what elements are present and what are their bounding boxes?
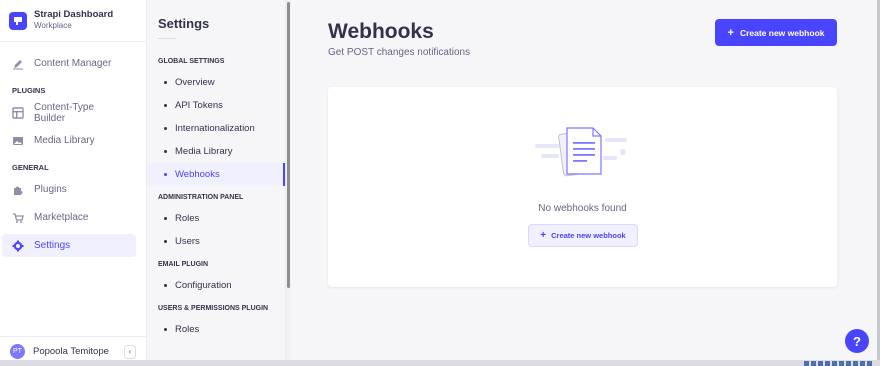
nav-label: Settings: [34, 240, 71, 251]
nav-label: Content-Type Builder: [34, 101, 95, 124]
bullet-icon: [164, 81, 167, 84]
brand-title: Strapi Dashboard: [34, 9, 114, 21]
nav-item-marketplace[interactable]: Marketplace: [2, 206, 136, 229]
help-button[interactable]: ?: [845, 329, 869, 353]
nav-label: Marketplace: [34, 212, 89, 223]
subnav-label: API Tokens: [175, 100, 223, 111]
layout-icon: [12, 106, 24, 119]
main-navigation: Strapi Dashboard Workplace Content Manag…: [0, 0, 147, 366]
subnav-group-administration-panel: ADMINISTRATION PANEL: [158, 194, 244, 201]
nav-item-settings[interactable]: Settings: [2, 234, 136, 257]
nav-label: Media Library: [34, 135, 95, 146]
nav-label: Plugins: [34, 184, 67, 195]
subnav-label: Media Library: [175, 146, 233, 157]
subnav-item-users[interactable]: Users: [147, 230, 285, 253]
create-webhook-empty-label: Create new webhook: [551, 231, 626, 240]
page-title: Webhooks: [328, 20, 434, 43]
webhooks-empty-card: No webhooks found + Create new webhook: [328, 87, 837, 287]
tray-icon[interactable]: [853, 361, 858, 366]
subnav-divider: [158, 38, 176, 39]
tray-icon[interactable]: [811, 361, 816, 366]
page-subtitle: Get POST changes notifications: [328, 47, 471, 58]
tray-icon[interactable]: [818, 361, 823, 366]
bullet-icon: [164, 104, 167, 107]
pencil-icon: [12, 58, 24, 70]
scrollbar-thumb[interactable]: [287, 2, 290, 288]
avatar: PT: [10, 344, 25, 359]
puzzle-icon: [12, 184, 24, 196]
create-webhook-label: Create new webhook: [739, 27, 825, 38]
main-content: Webhooks Get POST changes notifications …: [291, 0, 880, 366]
user-name: Popoola Temitope: [33, 346, 109, 357]
subnav-item-up-roles[interactable]: Roles: [147, 318, 285, 341]
create-webhook-button[interactable]: + Create new webhook: [715, 19, 837, 46]
plus-icon: +: [540, 230, 547, 241]
brand-subtitle: Workplace: [34, 21, 72, 31]
subnav-label: Internationalization: [175, 123, 255, 134]
bullet-icon: [164, 217, 167, 220]
tray-icon[interactable]: [832, 361, 837, 366]
empty-documents-icon: [533, 122, 633, 182]
subnav-item-api-tokens[interactable]: API Tokens: [147, 94, 285, 117]
subnav-label: Users: [175, 236, 200, 247]
subnav-group-email-plugin: EMAIL PLUGIN: [158, 261, 209, 268]
subnav-label: Roles: [175, 213, 200, 224]
gear-icon: [12, 240, 24, 252]
bullet-icon: [164, 127, 167, 130]
nav-item-plugins[interactable]: Plugins: [2, 178, 136, 201]
tray-icon[interactable]: [839, 361, 844, 366]
subnav-item-roles[interactable]: Roles: [147, 207, 285, 230]
brand-header[interactable]: Strapi Dashboard Workplace: [0, 0, 146, 42]
bullet-icon: [164, 284, 167, 287]
tray-icon[interactable]: [867, 361, 872, 366]
strapi-logo-icon: [9, 11, 27, 30]
bullet-icon: [164, 150, 167, 153]
tray-icon[interactable]: [846, 361, 851, 366]
tray-icon[interactable]: [860, 361, 865, 366]
system-tray: [804, 361, 872, 366]
subnav-label: Overview: [175, 77, 215, 88]
subnav-label: Webhooks: [175, 169, 220, 180]
image-icon: [12, 135, 24, 147]
subnav-item-media-library[interactable]: Media Library: [147, 140, 285, 163]
subnav-item-internationalization[interactable]: Internationalization: [147, 117, 285, 140]
settings-subnav: Settings GLOBAL SETTINGS Overview API To…: [147, 0, 286, 366]
subnav-group-users-permissions: USERS & PERMISSIONS PLUGIN: [158, 305, 269, 312]
subnav-item-configuration[interactable]: Configuration: [147, 274, 285, 297]
nav-group-general: GENERAL: [12, 163, 49, 172]
plus-icon: +: [727, 26, 734, 39]
subnav-item-overview[interactable]: Overview: [147, 71, 285, 94]
empty-state-text: No webhooks found: [538, 203, 627, 214]
bullet-icon: [164, 240, 167, 243]
cart-icon: [12, 212, 24, 224]
collapse-nav-button[interactable]: ‹: [124, 344, 136, 359]
bullet-icon: [164, 173, 167, 176]
nav-item-content-type-builder[interactable]: Content-Type Builder: [2, 101, 136, 124]
subnav-label: Roles: [175, 324, 200, 335]
bullet-icon: [164, 328, 167, 331]
subnav-group-global-settings: GLOBAL SETTINGS: [158, 58, 225, 65]
os-taskbar: [0, 360, 880, 366]
nav-group-plugins: PLUGINS: [12, 86, 46, 95]
subnav-label: Configuration: [175, 280, 232, 291]
create-webhook-empty-button[interactable]: + Create new webhook: [528, 224, 638, 247]
nav-item-media-library[interactable]: Media Library: [2, 129, 136, 152]
tray-icon[interactable]: [825, 361, 830, 366]
subnav-title: Settings: [158, 16, 210, 31]
nav-item-content-manager[interactable]: Content Manager: [2, 52, 136, 75]
nav-label: Content Manager: [34, 58, 112, 69]
tray-icon[interactable]: [804, 361, 809, 366]
subnav-item-webhooks[interactable]: Webhooks: [147, 163, 285, 186]
